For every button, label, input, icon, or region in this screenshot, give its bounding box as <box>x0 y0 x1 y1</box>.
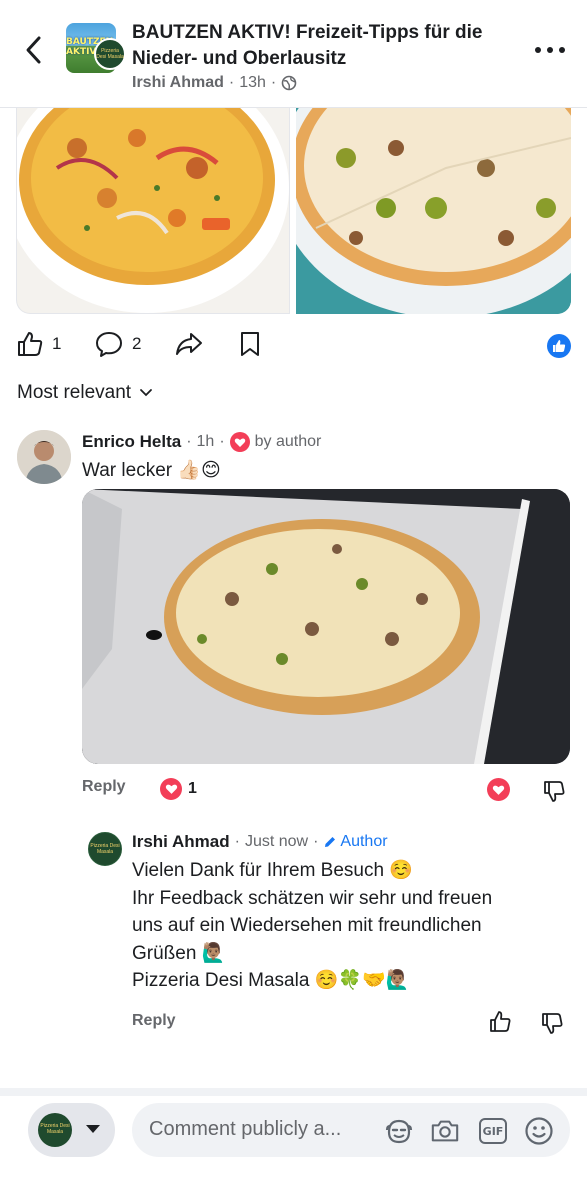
comment-composer: Pizzeria Desi Masala Comment publicly a.… <box>0 1096 587 1200</box>
pizza-image <box>17 108 289 313</box>
thumbs-up-icon <box>18 332 43 356</box>
chevron-down-icon <box>140 389 152 397</box>
post-meta: Irshi Ahmad · 13h · <box>132 74 297 92</box>
post-photos <box>16 108 571 314</box>
meta-separator: · <box>228 74 235 91</box>
meta-separator: · <box>186 433 192 450</box>
like-button[interactable]: 1 <box>16 330 61 358</box>
reply-line: Grüßen 🙋🏽‍♂️ <box>132 942 226 964</box>
comment-header: Enrico Helta · 1h · by author <box>82 432 321 452</box>
commenter-name[interactable]: Enrico Helta <box>82 432 181 452</box>
globe-icon <box>281 75 297 91</box>
comment-sort-dropdown[interactable]: Most relevant <box>17 382 153 404</box>
reply-text: Vielen Dank für Ihrem Besuch ☺️ Ihr Feed… <box>132 857 552 995</box>
post-time[interactable]: 13h <box>239 74 266 92</box>
dislike-reply-button[interactable] <box>540 1011 564 1040</box>
badge-logo-text: Pizzeria Desi Masala <box>40 1123 70 1135</box>
thumbs-down-icon <box>542 1013 563 1034</box>
pizza-box-image <box>82 489 570 764</box>
like-reaction-badge[interactable] <box>547 334 571 358</box>
thumbs-down-icon <box>544 781 565 802</box>
pizza-image <box>296 108 571 314</box>
camera-button[interactable] <box>430 1117 460 1145</box>
reply-line: Ihr Feedback schätzen wir sehr und freue… <box>132 887 493 909</box>
reply-header: Irshi Ahmad · Just now · Author <box>132 832 388 852</box>
share-button[interactable] <box>174 330 204 358</box>
comment-placeholder: Comment publicly a... <box>149 1118 342 1140</box>
comment-count: 2 <box>132 334 142 353</box>
dot <box>559 47 565 53</box>
reply-line: uns auf ein Wiedersehen mit freundlichen <box>132 915 482 936</box>
commenter-avatar[interactable] <box>17 430 71 484</box>
post-author[interactable]: Irshi Ahmad <box>132 74 224 92</box>
reaction-summary[interactable]: 1 <box>160 778 197 800</box>
camera-icon <box>431 1120 459 1142</box>
sort-label: Most relevant <box>17 382 132 403</box>
bookmark-icon <box>241 332 259 356</box>
reply-actions: Reply <box>132 1010 570 1040</box>
reply-author-name[interactable]: Irshi Ahmad <box>132 832 230 852</box>
heart-icon <box>487 778 510 801</box>
pencil-icon <box>325 837 336 847</box>
reply-time: Just now <box>244 833 309 850</box>
reply-button[interactable]: Reply <box>82 778 126 795</box>
pizza-photo-2[interactable] <box>296 108 571 314</box>
comment-text: War lecker 👍🏻😊 <box>82 460 221 481</box>
like-count: 1 <box>52 334 62 353</box>
author-avatar-badge[interactable]: Pizzeria Desi Masala <box>94 38 126 70</box>
account-switcher[interactable]: Pizzeria Desi Masala <box>28 1103 115 1157</box>
comment-input[interactable]: Comment publicly a... GIF <box>132 1103 570 1157</box>
meta-separator: · <box>234 833 240 850</box>
pizza-photo-1[interactable] <box>16 108 290 314</box>
back-button[interactable] <box>18 30 48 70</box>
comment-button[interactable]: 2 <box>94 330 141 358</box>
comment-actions: Reply 1 <box>82 778 570 806</box>
love-react-button[interactable] <box>487 778 510 801</box>
like-reply-button[interactable] <box>488 1010 512 1039</box>
more-options-button[interactable] <box>535 40 565 60</box>
author-tag: Author <box>323 833 388 851</box>
heart-icon <box>229 432 250 452</box>
reply-line: Pizzeria Desi Masala ☺️🍀🤝🙋🏽‍♂️ <box>132 970 410 991</box>
reply-button[interactable]: Reply <box>132 1012 176 1029</box>
reply-line: Vielen Dank für Ihrem Besuch ☺️ <box>132 860 413 881</box>
gif-icon: GIF <box>479 1118 507 1144</box>
dot <box>535 47 541 53</box>
back-arrow-icon <box>26 36 41 64</box>
group-title[interactable]: BAUTZEN AKTIV! Freizeit-Tipps für die Ni… <box>132 20 527 72</box>
meta-separator: · <box>313 833 319 850</box>
save-button[interactable] <box>238 330 262 358</box>
badge-logo-text: Pizzeria Desi Masala <box>96 48 124 60</box>
thumbs-up-icon <box>553 340 566 352</box>
reaction-count: 1 <box>188 780 197 797</box>
dot <box>547 47 553 53</box>
post-actions: 1 2 <box>16 328 571 364</box>
meta-separator: · <box>219 433 225 450</box>
caret-down-icon <box>86 1125 100 1133</box>
account-avatar: Pizzeria Desi Masala <box>38 1113 72 1147</box>
avatar-sticker-icon <box>385 1119 413 1144</box>
author-tag-label: Author <box>340 833 388 850</box>
dislike-button[interactable] <box>542 779 566 808</box>
smiley-icon <box>525 1117 553 1145</box>
meta-separator: · <box>270 74 277 91</box>
emoji-button[interactable] <box>524 1117 554 1145</box>
heart-icon <box>160 778 182 800</box>
avatar-sticker-button[interactable] <box>384 1117 414 1145</box>
share-arrow-icon <box>176 333 202 355</box>
section-divider <box>0 1088 587 1096</box>
comment-bubble-icon <box>96 332 122 357</box>
post-header: BAUTZEN AKTIV Pizzeria Desi Masala BAUTZ… <box>0 0 587 108</box>
loved-by-author-label: by author <box>254 433 322 450</box>
comment-photo[interactable] <box>82 489 570 764</box>
reply-author-avatar[interactable]: Pizzeria Desi Masala <box>88 832 122 866</box>
badge-logo-text: Pizzeria Desi Masala <box>90 843 120 855</box>
thumbs-up-icon <box>490 1011 511 1032</box>
comment-time: 1h <box>196 433 215 450</box>
gif-button[interactable]: GIF <box>478 1117 508 1145</box>
avatar-photo <box>17 430 71 484</box>
